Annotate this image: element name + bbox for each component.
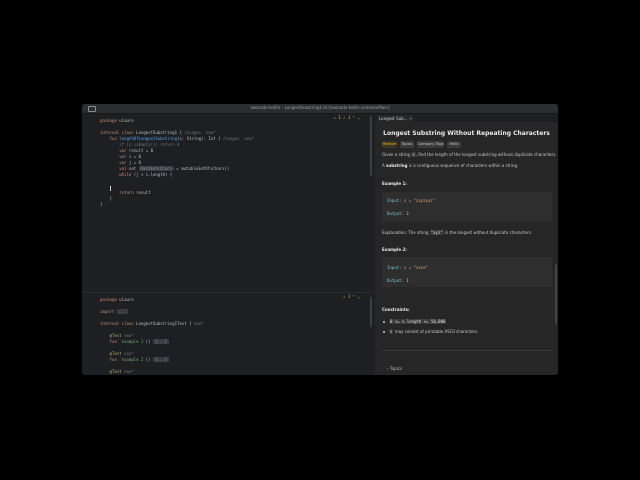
example-1-explanation: Explanation: The string "xyz" is the lon… (382, 230, 532, 235)
code-token: return (119, 190, 137, 195)
editor-main[interactable]: ⚠ 1 ✓ 1 ⌃ ⌄ package ulaure internal class… (82, 114, 374, 291)
code-token: i = 0 (128, 154, 141, 159)
code-token: var (119, 148, 129, 153)
editor_top-code-line[interactable]: } (100, 202, 364, 208)
code-token: {...} (153, 339, 170, 344)
code-token: new* (124, 351, 134, 356)
code-token: lengthOfLongestSubstring (119, 136, 178, 141)
code-token: new* (193, 321, 204, 326)
code-token: var (119, 160, 129, 165)
code-token: internal class (100, 321, 137, 326)
code-token: LongestSubstring1Test { (136, 321, 194, 326)
problem-title: Longest Substring Without Repeating Char… (383, 130, 550, 137)
code-token: while (119, 172, 134, 177)
code-token: `example 1` (119, 339, 146, 344)
code-token: internal class (100, 130, 137, 135)
constraints-heading: Constraints: (382, 307, 410, 312)
example-2-input: Input: s = "xxxx" (387, 265, 428, 270)
code-token: @Test (109, 333, 125, 338)
code-token: result = 0 (128, 148, 153, 153)
hints-tag[interactable]: Hints (447, 141, 461, 148)
code-token: @Test (109, 369, 125, 374)
code-token: var (119, 154, 129, 159)
code-token: ... (116, 309, 129, 314)
code-token: (s: String): Int { (177, 136, 223, 141)
problem-scrollbar[interactable] (555, 264, 557, 324)
description-line-1: Given a string s, find the length of the… (382, 152, 557, 157)
code-token: j = 0 (128, 160, 141, 165)
chevron-right-icon: › (387, 366, 389, 371)
code-token: } (100, 202, 103, 207)
example-2-block: Input: s = "xxxx" Output: 1 (382, 257, 552, 287)
code-token: fun (109, 136, 120, 141)
code-token: } (100, 196, 113, 201)
ide-window: leetcode-kotlin – LongestSubstring1.kt [… (82, 104, 558, 375)
topics-tag[interactable]: Topics (400, 141, 414, 148)
constraint-2: s may consist of printable ASCII charact… (383, 329, 479, 335)
code-token: () (145, 357, 154, 362)
code-token: fun (109, 339, 120, 344)
code-token: {...} (153, 357, 170, 362)
example-1-block: Input: s = "zxyzxyz" Output: 3 (382, 192, 552, 222)
code-token: if (s.isEmpty()) return 0 (119, 142, 180, 147)
topics-collapsible[interactable]: › Topics (387, 366, 402, 372)
difficulty-badge[interactable]: Medium (382, 141, 397, 148)
code-token: (j < s.length) { (133, 172, 173, 177)
code-token: result (136, 190, 151, 195)
close-icon[interactable]: × (409, 115, 412, 122)
code-token: package (100, 297, 120, 302)
code-token: import (100, 309, 117, 314)
example-2-heading: Example 2: (382, 247, 407, 252)
problem-tab-bar: Longest Sub... × (375, 114, 558, 122)
code-token: package (100, 118, 120, 123)
code-token: val (119, 166, 129, 171)
code-token: /usages new* (184, 130, 216, 135)
code-token: /usages new* (222, 136, 255, 141)
editor-scrollbar[interactable] (370, 116, 372, 176)
code-token: set (128, 166, 139, 171)
problem-panel: Longest Sub... × Longest Substring Witho… (375, 114, 558, 375)
divider (382, 350, 552, 351)
tab-label: Longest Sub... (379, 116, 408, 121)
window-title: leetcode-kotlin – LongestSubstring1.kt [… (250, 105, 390, 110)
code-token: = mutableSetOf<Char>() (173, 166, 230, 171)
code-token: `example 2` (119, 357, 146, 362)
example-1-input: Input: s = "zxyzxyz" (387, 198, 436, 203)
test-editor-scrollbar[interactable] (370, 297, 372, 327)
code-token: new* (124, 333, 134, 338)
code-token: LongestSubstring1 { (136, 130, 185, 135)
code-token: new* (124, 369, 134, 374)
editor-test[interactable]: ⚠ 1 ⌃ ⌄ package ulaure import ... internal… (82, 292, 374, 375)
title-bar: leetcode-kotlin – LongestSubstring1.kt [… (82, 104, 558, 114)
code-token: fun (109, 357, 120, 362)
example-1-output: Output: 3 (387, 211, 409, 216)
example-2-output: Output: 1 (387, 278, 409, 283)
description-line-2: A substring is a contiguous sequence of … (382, 163, 519, 168)
tab-longest-substring[interactable]: Longest Sub... (377, 115, 413, 122)
code-token: ulaure (119, 118, 134, 123)
constraint-1: 0 <= s.length <= 50,000 (383, 319, 447, 325)
code-token: @Test (109, 351, 125, 356)
code-token: () (145, 339, 154, 344)
company-tags[interactable]: Company Tags (417, 141, 444, 148)
example-1-heading: Example 1: (382, 181, 407, 186)
code-token: ulaure (119, 297, 134, 302)
code-token: HashSet<Char> (138, 166, 174, 171)
